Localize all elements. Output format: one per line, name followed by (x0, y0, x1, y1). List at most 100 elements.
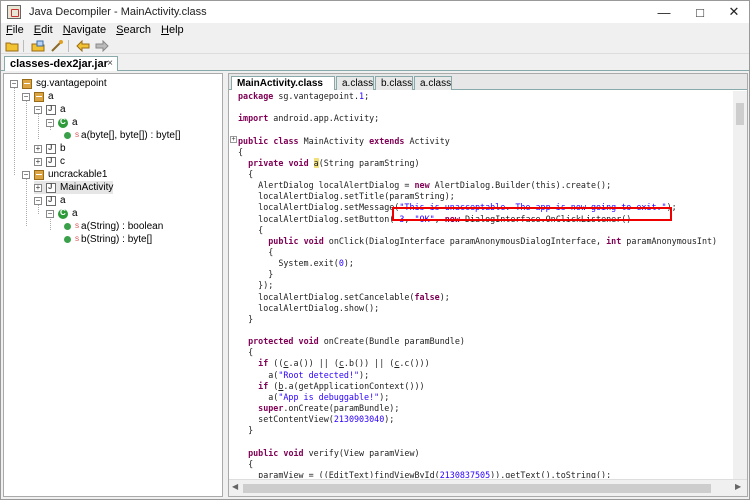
search-icon[interactable] (49, 39, 65, 53)
tree-item[interactable]: Sb(String) : byte[] (58, 233, 152, 246)
collapse-icon[interactable]: − (22, 92, 30, 101)
close-button[interactable]: ✕ (717, 1, 750, 23)
tree-item[interactable]: −a (34, 103, 66, 116)
highlight-box (392, 207, 672, 221)
java-decompiler-icon (7, 5, 21, 19)
tree-item-label: c (60, 156, 65, 167)
tree-item[interactable]: + MainActivity (34, 181, 114, 194)
tree-item-label: MainActivity (60, 182, 114, 193)
vertical-scroll-thumb[interactable] (736, 103, 744, 125)
menu-file[interactable]: File (1, 24, 29, 36)
scroll-left-icon[interactable]: ◀ (232, 482, 238, 491)
toolbar (1, 38, 749, 54)
code-line: System.exit(0); (238, 258, 354, 269)
menu-help[interactable]: Help (156, 24, 189, 36)
expand-icon[interactable]: + (34, 144, 42, 153)
tree-item[interactable]: Sa(String) : boolean (58, 220, 163, 233)
tree-item-label: b(String) : byte[] (81, 234, 153, 245)
menu-navigate[interactable]: Navigate (58, 24, 111, 36)
code-line: if (b.a(getApplicationContext())) (258, 380, 425, 391)
code-line: } (238, 313, 254, 324)
collapse-icon[interactable]: − (34, 105, 42, 114)
code-line: public void verify(View paramView) (248, 447, 420, 458)
tree-item-label: a (72, 208, 78, 219)
source-code[interactable]: package sg.vantagepoint.1; import androi… (237, 91, 745, 478)
tree-item-label: a(String) : boolean (81, 221, 164, 232)
back-arrow-icon[interactable] (75, 39, 91, 53)
horizontal-scroll-thumb[interactable] (243, 484, 711, 493)
code-line: }); (238, 280, 274, 291)
collapse-icon[interactable]: − (10, 79, 18, 88)
code-line: { (238, 246, 274, 257)
class-file-icon (46, 182, 56, 193)
close-tab-icon[interactable]: × (107, 58, 113, 69)
tab-b-class[interactable]: b.class (375, 76, 413, 90)
code-line: package sg.vantagepoint.1; (238, 91, 370, 101)
code-line: { (238, 347, 254, 358)
code-line: super.onCreate(paramBundle); (258, 402, 400, 413)
tab-label: a.class (420, 78, 452, 89)
code-line: public void onClick(DialogInterface para… (268, 235, 718, 246)
minimize-button[interactable]: — (647, 1, 681, 23)
tree-item[interactable]: −a (34, 194, 66, 207)
expand-icon[interactable]: + (34, 157, 42, 166)
code-line: private void a(String paramString) (248, 157, 420, 168)
tree-item[interactable]: −a (22, 90, 54, 103)
file-tab-label: classes-dex2jar.jar (10, 58, 108, 70)
method-icon (64, 236, 71, 243)
package-icon (22, 78, 32, 89)
code-editor: MainActivity.class a.class b.class a.cla… (228, 73, 748, 497)
tree-item[interactable]: − sg.vantagepoint (10, 77, 107, 90)
tree-item-label: a (48, 91, 54, 102)
tree-item[interactable]: Sa(byte[], byte[]) : byte[] (58, 129, 181, 142)
tree-item[interactable]: +b (34, 142, 66, 155)
tab-mainactivity-class[interactable]: MainActivity.class (231, 76, 335, 90)
code-line: { (238, 458, 254, 469)
collapse-icon[interactable]: − (46, 209, 54, 218)
code-line: localAlertDialog.show(); (238, 302, 380, 313)
tree-item[interactable]: − uncrackable1 (22, 168, 107, 181)
tab-a-class[interactable]: a.class (336, 76, 374, 90)
horizontal-scrollbar[interactable]: ◀ ▶ (229, 479, 747, 496)
code-line: localAlertDialog.setTitle(paramString); (238, 191, 455, 202)
tab-a-class-2[interactable]: a.class (414, 76, 452, 90)
menu-search[interactable]: Search (111, 24, 156, 36)
tab-classes-dex2jar[interactable]: classes-dex2jar.jar × (4, 56, 118, 71)
tree-item-label: b (60, 143, 66, 154)
package-tree: −sg.vantagepoint−a−a−aSa(byte[], byte[])… (3, 73, 223, 497)
title-bar: Java Decompiler - MainActivity.class — □… (1, 1, 749, 23)
code-line: a("App is debuggable!"); (238, 391, 390, 402)
scroll-right-icon[interactable]: ▶ (735, 482, 741, 491)
code-line: } (238, 425, 254, 436)
code-line: setContentView(2130903040); (238, 414, 395, 425)
menu-edit[interactable]: Edit (29, 24, 58, 36)
collapse-icon[interactable]: − (46, 118, 54, 127)
vertical-scrollbar[interactable] (733, 91, 747, 479)
file-tabs: classes-dex2jar.jar × (1, 56, 749, 71)
code-line: { (238, 168, 254, 179)
collapse-icon[interactable]: − (22, 170, 30, 179)
tree-item[interactable]: −a (46, 116, 78, 129)
forward-arrow-icon[interactable] (94, 39, 110, 53)
editor-gutter: + (229, 91, 237, 478)
open-type-icon[interactable] (30, 39, 46, 53)
tree-item[interactable]: +c (34, 155, 65, 168)
code-line: { (238, 146, 244, 157)
maximize-button[interactable]: □ (683, 1, 717, 23)
package-icon (34, 91, 44, 102)
method-icon (64, 223, 71, 230)
expand-icon[interactable]: + (34, 183, 42, 192)
tab-label: MainActivity.class (237, 78, 323, 89)
expand-import-icon[interactable]: + (230, 136, 237, 143)
tree-item[interactable]: −a (46, 207, 78, 220)
open-file-icon[interactable] (4, 39, 20, 53)
app-window: Java Decompiler - MainActivity.class — □… (0, 0, 750, 500)
code-line: a("Root detected!"); (238, 369, 370, 380)
collapse-icon[interactable]: − (34, 196, 42, 205)
code-line: localAlertDialog.setCancelable(false); (238, 291, 450, 302)
class-file-icon (46, 156, 56, 167)
code-line: AlertDialog localAlertDialog = new Alert… (238, 180, 612, 191)
